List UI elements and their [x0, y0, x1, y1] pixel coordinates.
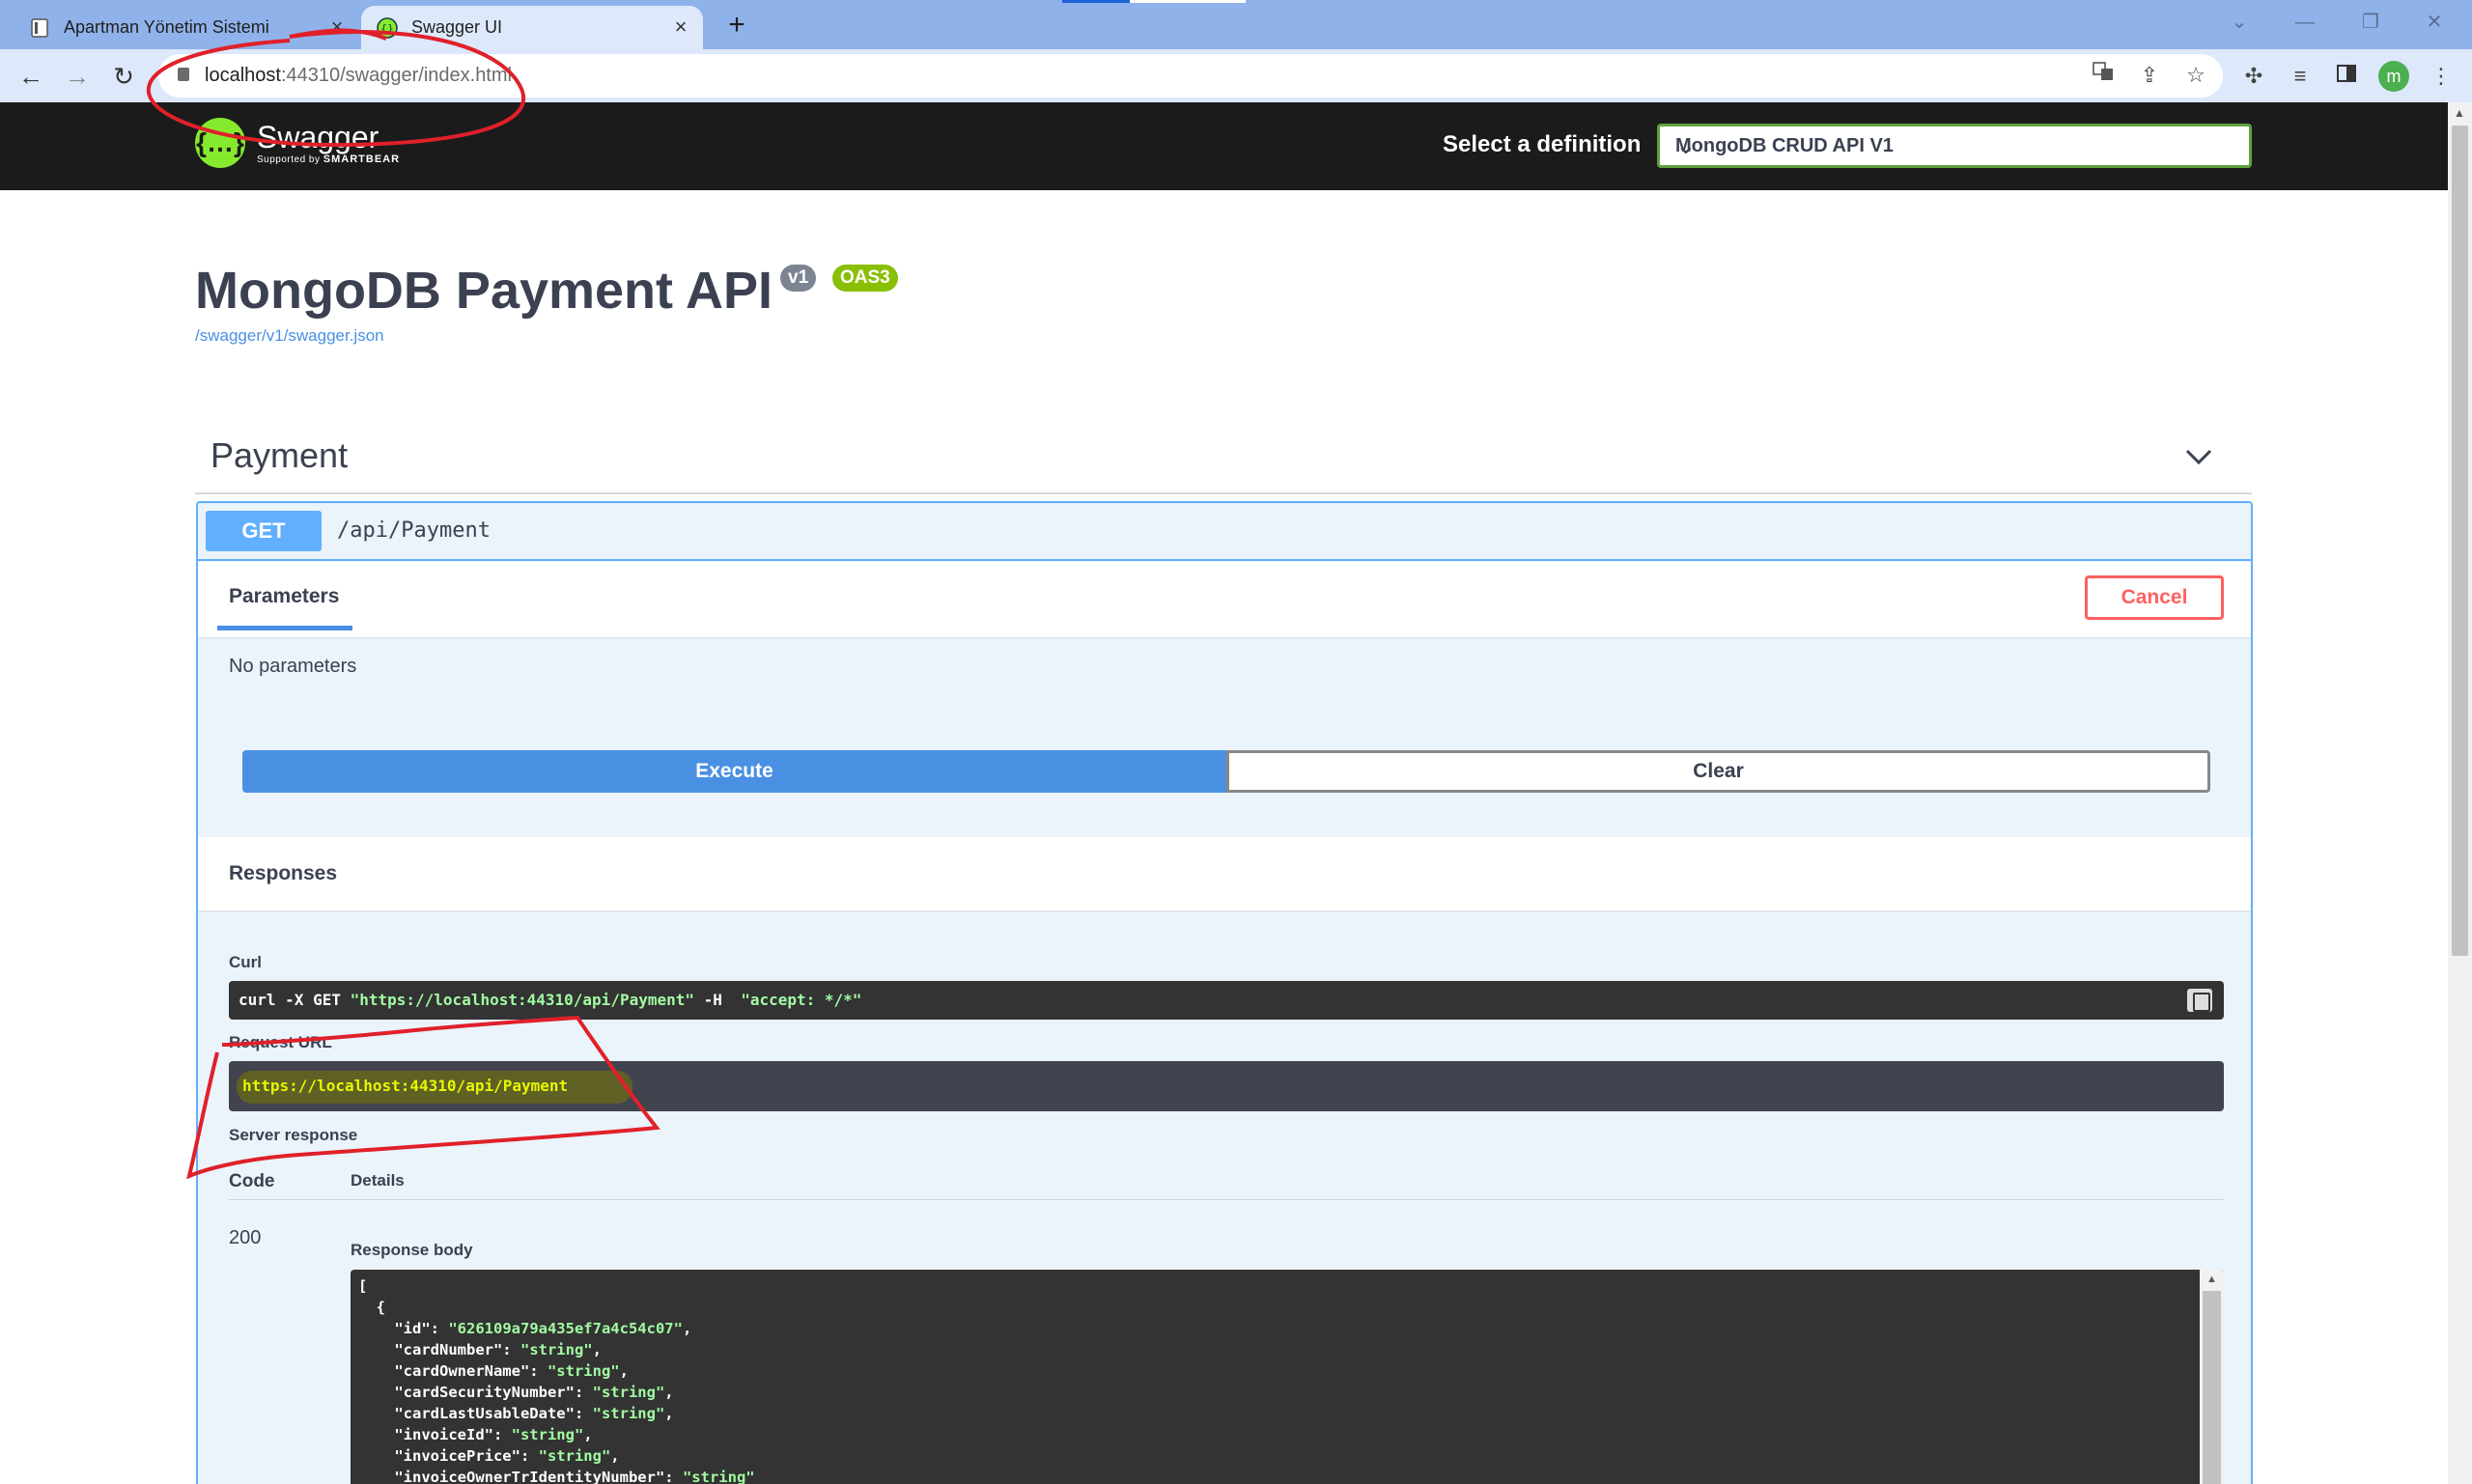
extensions-icon[interactable]: ✣	[2238, 61, 2269, 92]
curl-label: Curl	[229, 953, 262, 971]
response-body-line: "invoiceOwnerTrIdentityNumber": "string"	[358, 1469, 755, 1484]
media-queue-icon[interactable]: ≡	[2285, 61, 2316, 92]
profile-avatar[interactable]: m	[2378, 61, 2409, 92]
curl-command: curl -X GET "https://localhost:44310/api…	[239, 991, 862, 1009]
version-badge: v1	[780, 265, 817, 292]
definition-label: Select a definition	[1443, 131, 1642, 157]
close-tab-icon[interactable]: ×	[326, 16, 348, 38]
response-body-line: "cardNumber": "string",	[358, 1341, 602, 1358]
close-window-icon[interactable]: ✕	[2412, 6, 2457, 39]
tab-title: Apartman Yönetim Sistemi	[64, 17, 269, 37]
page-scrollbar[interactable]: ▲	[2448, 102, 2472, 1484]
response-body-line: [	[358, 1277, 368, 1295]
tag-title[interactable]: Payment	[211, 435, 348, 476]
swagger-logo[interactable]: {…} Swagger Supported by SMARTBEAR	[195, 118, 400, 168]
spec-link[interactable]: /swagger/v1/swagger.json	[195, 326, 384, 346]
response-body-line: "cardSecurityNumber": "string",	[358, 1384, 674, 1401]
response-body-label: Response body	[351, 1241, 473, 1259]
scroll-thumb[interactable]	[2203, 1291, 2221, 1484]
response-table-header: Code Details	[229, 1171, 2224, 1200]
bookmark-star-icon[interactable]: ☆	[2180, 60, 2211, 91]
no-parameters-text: No parameters	[229, 656, 357, 677]
request-url-label: Request URL	[229, 1033, 332, 1051]
browser-toolbar: ← → ↻ localhost:44310/swagger/index.html…	[0, 49, 2472, 102]
swagger-topbar: {…} Swagger Supported by SMARTBEAR Selec…	[0, 102, 2448, 190]
restore-icon[interactable]: ❐	[2348, 6, 2393, 39]
status-code: 200	[229, 1227, 262, 1248]
swagger-logo-icon: {…}	[195, 118, 245, 168]
scroll-up-icon[interactable]: ▲	[2206, 1274, 2217, 1285]
document-icon	[29, 17, 50, 39]
address-url[interactable]: localhost:44310/swagger/index.html	[205, 65, 512, 87]
request-url: https://localhost:44310/api/Payment	[242, 1077, 569, 1095]
execute-wrapper: Execute Clear	[242, 750, 2210, 793]
response-body-box[interactable]: [ { "id": "626109a79a435ef7a4c54c07", "c…	[351, 1270, 2224, 1484]
tab-search-icon[interactable]: ⌄	[2217, 6, 2261, 39]
clear-button[interactable]: Clear	[1226, 750, 2210, 793]
svg-text:{}: {}	[380, 22, 394, 35]
code-header: Code	[229, 1171, 275, 1191]
server-response-label: Server response	[229, 1126, 358, 1144]
share-icon[interactable]: ⇪	[2134, 60, 2165, 91]
swagger-favicon-icon: {}	[377, 16, 398, 39]
request-url-box: https://localhost:44310/api/Payment	[229, 1061, 2224, 1111]
logo-name: Swagger	[257, 120, 379, 154]
response-body-line: "cardOwnerName": "string",	[358, 1362, 629, 1380]
forward-icon[interactable]: →	[60, 59, 95, 94]
operation-summary[interactable]: GET /api/Payment	[198, 503, 2251, 561]
response-body-scrollbar[interactable]: ▲	[2200, 1270, 2224, 1484]
address-bar[interactable]: localhost:44310/swagger/index.html ⇪ ☆	[158, 54, 2223, 98]
browser-tab-bar: Apartman Yönetim Sistemi × {} Swagger UI…	[0, 0, 2472, 49]
operation-path: /api/Payment	[337, 518, 491, 543]
execute-button[interactable]: Execute	[242, 750, 1226, 793]
reload-icon[interactable]: ↻	[106, 59, 141, 94]
side-panel-icon[interactable]	[2331, 61, 2362, 92]
oas-badge: OAS3	[832, 265, 898, 292]
curl-command-box[interactable]: curl -X GET "https://localhost:44310/api…	[229, 981, 2224, 1020]
browser-menu-icon[interactable]: ⋮	[2426, 61, 2457, 92]
api-title: MongoDB Payment API	[195, 262, 773, 320]
chevron-down-icon: ⌄	[1675, 130, 1697, 159]
new-tab-icon[interactable]: +	[720, 10, 753, 42]
minimize-icon[interactable]: —	[2283, 6, 2327, 39]
chevron-down-icon[interactable]	[2184, 442, 2213, 471]
response-body-line: "invoiceId": "string",	[358, 1426, 593, 1443]
response-body-line: "id": "626109a79a435ef7a4c54c07",	[358, 1320, 692, 1337]
cancel-button[interactable]: Cancel	[2085, 575, 2224, 620]
details-header: Details	[351, 1171, 405, 1190]
response-body-code: [ { "id": "626109a79a435ef7a4c54c07", "c…	[358, 1275, 755, 1484]
response-body-line: {	[376, 1299, 386, 1316]
tab-parameters[interactable]: Parameters	[229, 585, 339, 608]
logo-tagline: Supported by SMARTBEAR	[257, 154, 401, 165]
loading-indicator	[1062, 0, 1246, 3]
active-tab-indicator	[217, 626, 352, 630]
operation-block: GET /api/Payment Parameters Cancel No pa…	[196, 501, 2253, 1484]
lock-icon	[178, 68, 189, 81]
parameters-header: Parameters Cancel	[198, 562, 2251, 637]
response-body-line: "cardLastUsableDate": "string",	[358, 1405, 674, 1422]
back-icon[interactable]: ←	[14, 59, 48, 94]
responses-header: Responses	[198, 837, 2251, 910]
responses-title: Responses	[229, 862, 338, 884]
scroll-up-icon[interactable]: ▲	[2454, 106, 2465, 120]
tab-title: Swagger UI	[411, 17, 503, 37]
translate-icon[interactable]	[2088, 60, 2119, 91]
close-tab-icon[interactable]: ×	[670, 16, 691, 38]
response-body-line: "invoicePrice": "string",	[358, 1447, 620, 1465]
method-badge: GET	[206, 511, 322, 551]
copy-to-clipboard-icon[interactable]	[2187, 989, 2212, 1012]
browser-tab-swagger[interactable]: {} Swagger UI ×	[361, 6, 703, 49]
definition-select[interactable]: MongoDB CRUD API V1 ⌄	[1657, 124, 2252, 168]
scroll-thumb[interactable]	[2452, 126, 2468, 956]
browser-tab-apartman[interactable]: Apartman Yönetim Sistemi ×	[14, 6, 359, 49]
tag-divider	[195, 492, 2252, 494]
